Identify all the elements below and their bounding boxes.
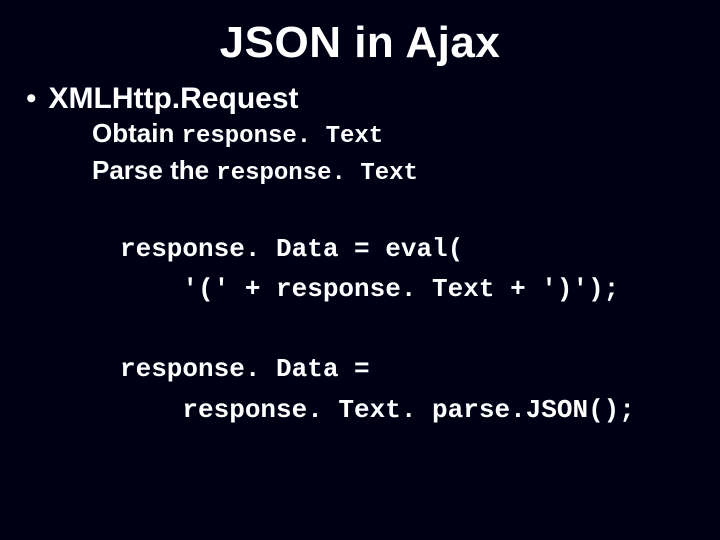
bullet-dot-icon: • <box>20 84 37 114</box>
sub-bullet-2-prefix: Parse the <box>92 155 216 185</box>
code-block-2: response. Data = response. Text. parse.J… <box>20 349 700 430</box>
sub-bullet-1: Obtain response. Text <box>20 116 700 153</box>
slide-title: JSON in Ajax <box>0 0 720 68</box>
slide: JSON in Ajax • XMLHttp.Request Obtain re… <box>0 0 720 540</box>
slide-body: • XMLHttp.Request Obtain response. Text … <box>0 68 720 430</box>
code-block-1: response. Data = eval( '(' + response. T… <box>20 229 700 310</box>
sub-bullet-2-code: response. Text <box>216 160 418 187</box>
sub-bullet-1-code: response. Text <box>182 123 384 150</box>
bullet-item: • XMLHttp.Request <box>20 82 700 116</box>
bullet-text: XMLHttp.Request <box>49 82 299 116</box>
sub-bullet-1-prefix: Obtain <box>92 118 182 148</box>
sub-bullet-2: Parse the response. Text <box>20 153 700 190</box>
